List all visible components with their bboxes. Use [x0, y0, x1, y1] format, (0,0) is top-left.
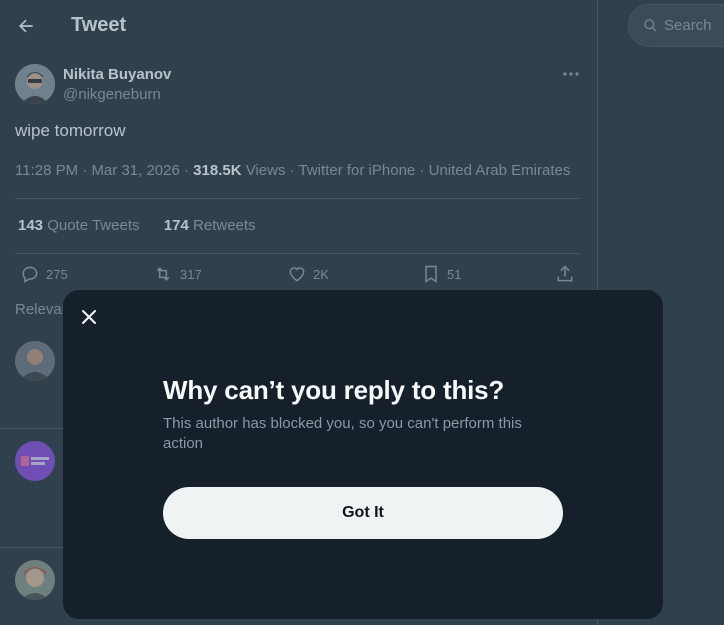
got-it-button[interactable]: Got It	[163, 487, 563, 539]
blocked-reply-dialog: Why can’t you reply to this? This author…	[63, 290, 663, 619]
close-button[interactable]	[75, 303, 103, 331]
dialog-title: Why can’t you reply to this?	[163, 375, 505, 405]
close-icon	[82, 310, 96, 324]
dialog-body: This author has blocked you, so you can'…	[163, 415, 522, 452]
